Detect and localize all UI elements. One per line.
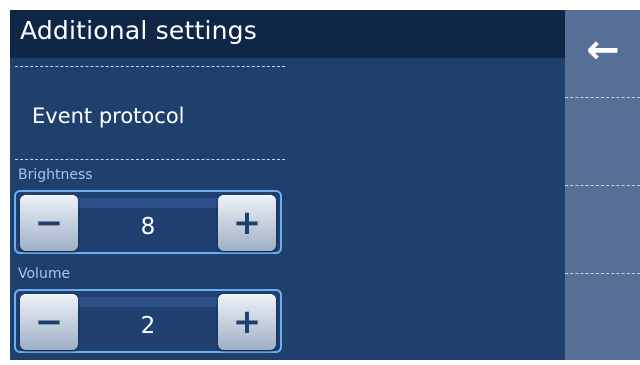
page-title: Additional settings bbox=[20, 16, 257, 45]
brightness-track bbox=[76, 198, 224, 208]
volume-increase-button[interactable]: + bbox=[218, 294, 276, 350]
volume-track bbox=[76, 297, 224, 307]
right-button-panel: ← bbox=[565, 10, 640, 360]
brightness-decrease-button[interactable]: − bbox=[20, 195, 78, 251]
volume-label: Volume bbox=[18, 266, 71, 282]
side-button-4[interactable] bbox=[565, 274, 640, 360]
side-button-3[interactable] bbox=[565, 186, 640, 274]
settings-screen: Additional settings Event protocol Brigh… bbox=[10, 10, 640, 360]
plus-icon: + bbox=[232, 203, 262, 243]
brightness-increase-button[interactable]: + bbox=[218, 195, 276, 251]
title-bar: Additional settings bbox=[10, 10, 565, 58]
divider-top bbox=[15, 66, 285, 67]
back-button[interactable]: ← bbox=[565, 10, 640, 98]
divider-bottom bbox=[15, 159, 285, 160]
brightness-stepper: − 8 + bbox=[14, 190, 282, 254]
side-button-2[interactable] bbox=[565, 98, 640, 186]
event-protocol-button[interactable]: Event protocol bbox=[10, 96, 282, 136]
arrow-left-icon: ← bbox=[586, 27, 620, 73]
brightness-label: Brightness bbox=[18, 167, 93, 183]
volume-value: 2 bbox=[140, 313, 156, 339]
brightness-value: 8 bbox=[140, 214, 156, 240]
plus-icon: + bbox=[232, 302, 262, 342]
minus-icon: − bbox=[34, 203, 64, 243]
volume-decrease-button[interactable]: − bbox=[20, 294, 78, 350]
minus-icon: − bbox=[34, 302, 64, 342]
volume-stepper: − 2 + bbox=[14, 289, 282, 353]
